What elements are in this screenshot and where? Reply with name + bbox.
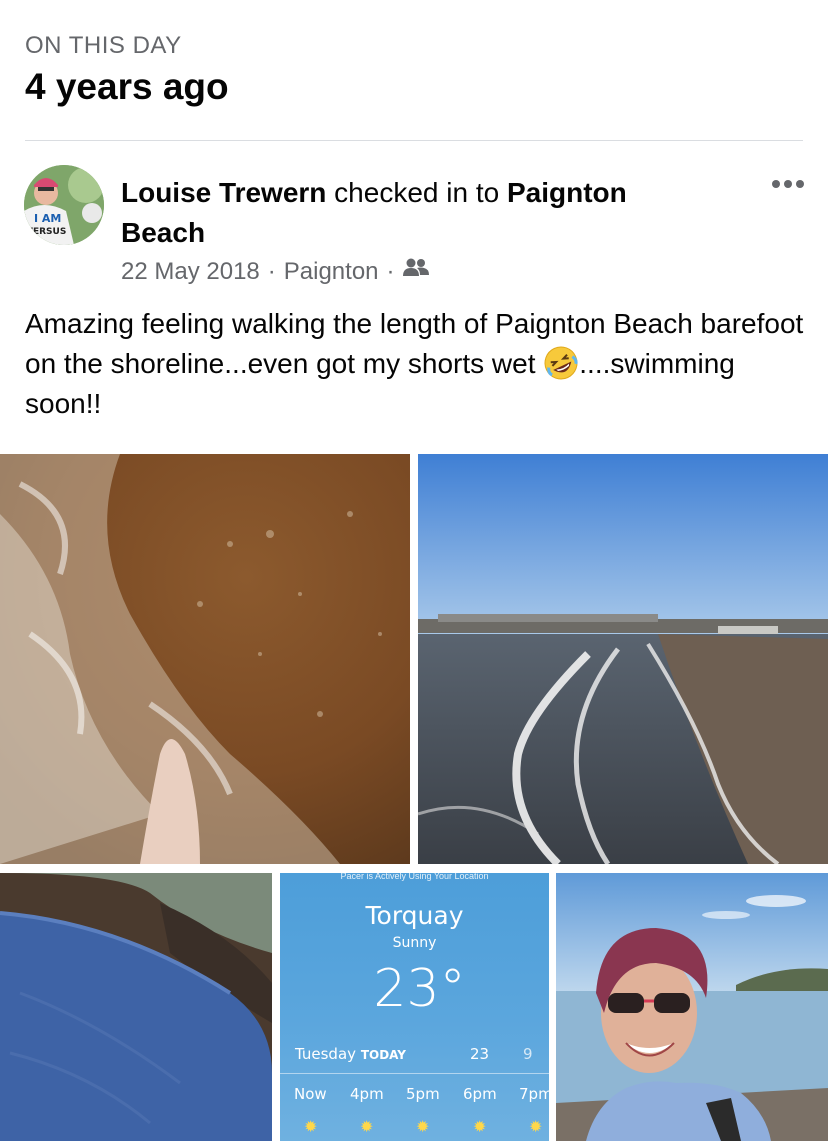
weather-high: 23 — [470, 1045, 490, 1063]
rolling-laughing-emoji — [543, 345, 579, 381]
sun-icon: ✹ — [360, 1119, 374, 1136]
meta-separator-2: · — [386, 257, 395, 285]
weather-hour: 5pm — [406, 1085, 440, 1103]
weather-condition: Sunny — [392, 935, 437, 951]
author-name[interactable]: Louise Trewern — [121, 177, 326, 208]
weather-divider — [280, 1073, 549, 1074]
weather-banner: Pacer is Actively Using Your Location — [340, 873, 489, 881]
weather-day-row: Tuesday TODAY 23 9 — [295, 1045, 534, 1063]
sun-icon: ✹ — [416, 1119, 430, 1136]
weather-hours: Now 4pm 5pm 6pm 7pm — [294, 1085, 549, 1103]
friends-audience-icon[interactable] — [402, 257, 429, 286]
divider — [25, 140, 803, 141]
photo-weather-widget[interactable]: Pacer is Actively Using Your Location To… — [280, 873, 549, 1141]
weather-low: 9 — [523, 1045, 533, 1063]
weather-sun-icons: ✹ ✹ ✹ ✹ ✹ — [304, 1117, 549, 1137]
photo-feet-in-water[interactable] — [0, 454, 410, 864]
memory-label: ON THIS DAY — [25, 32, 182, 59]
post-date[interactable]: 22 May 2018 — [121, 258, 260, 286]
more-options-icon[interactable] — [770, 172, 806, 196]
post-header: Louise Trewern checked in to Paignton Be… — [121, 173, 681, 253]
sun-icon: ✹ — [304, 1119, 318, 1136]
weather-hour: 6pm — [463, 1085, 497, 1103]
sun-icon: ✹ — [529, 1119, 543, 1136]
avatar-shirt-text-2: VERSUS — [26, 227, 66, 237]
memory-title: 4 years ago — [25, 66, 229, 107]
memory-card: ON THIS DAY 4 years ago I AM VERSUS Loui… — [0, 0, 828, 1141]
meta-separator: · — [267, 257, 276, 285]
post-location[interactable]: Paignton — [284, 258, 379, 286]
weather-today: TODAY — [360, 1048, 406, 1062]
photo-denim-shorts[interactable] — [0, 873, 272, 1141]
post-meta: 22 May 2018 · Paignton · — [121, 257, 429, 286]
weather-hour: Now — [294, 1085, 327, 1103]
checkin-action: checked in to — [326, 177, 507, 208]
weather-temperature: 23° — [373, 959, 466, 1019]
photo-selfie[interactable] — [556, 873, 828, 1141]
weather-hour: 4pm — [350, 1085, 384, 1103]
weather-city: Torquay — [365, 901, 464, 930]
photo-beach-pier[interactable] — [418, 454, 828, 864]
sun-icon: ✹ — [473, 1119, 487, 1136]
weather-hour: 7pm — [519, 1085, 549, 1103]
avatar-shirt-text: I AM — [34, 212, 61, 225]
weather-day: Tuesday — [295, 1045, 357, 1063]
avatar[interactable]: I AM VERSUS — [24, 165, 104, 245]
post-text: Amazing feeling walking the length of Pa… — [25, 304, 805, 424]
